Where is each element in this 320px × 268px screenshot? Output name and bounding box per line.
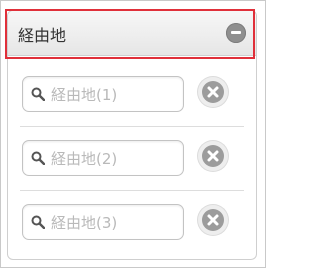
waypoint-3-input[interactable]: 経由地(3) [22, 204, 184, 240]
waypoints-header[interactable]: 経由地 [8, 11, 256, 56]
waypoints-panel: 経由地 経由地(1) 経由地(2) 経由地(3) [7, 10, 257, 260]
clear-icon[interactable] [198, 141, 228, 171]
clear-icon[interactable] [198, 205, 228, 235]
clear-icon-x [207, 214, 219, 226]
waypoint-3-placeholder: 経由地(3) [51, 214, 118, 232]
screenshot-frame: 経由地 経由地(1) 経由地(2) 経由地(3) [0, 0, 266, 268]
header-title: 経由地 [18, 26, 67, 45]
waypoint-1-placeholder: 経由地(1) [51, 86, 118, 104]
waypoint-row-1: 経由地(1) [8, 62, 256, 126]
clear-icon[interactable] [198, 77, 228, 107]
minus-circle-icon[interactable] [226, 23, 246, 43]
search-icon [31, 151, 45, 165]
minus-bar [231, 31, 241, 34]
waypoint-2-input[interactable]: 経由地(2) [22, 140, 184, 176]
waypoint-1-input[interactable]: 経由地(1) [22, 76, 184, 112]
clear-icon-x [207, 86, 219, 98]
search-icon [31, 215, 45, 229]
search-icon [31, 87, 45, 101]
clear-icon-x [207, 150, 219, 162]
waypoint-row-3: 経由地(3) [8, 190, 256, 254]
waypoint-row-2: 経由地(2) [8, 126, 256, 190]
waypoint-2-placeholder: 経由地(2) [51, 150, 118, 168]
